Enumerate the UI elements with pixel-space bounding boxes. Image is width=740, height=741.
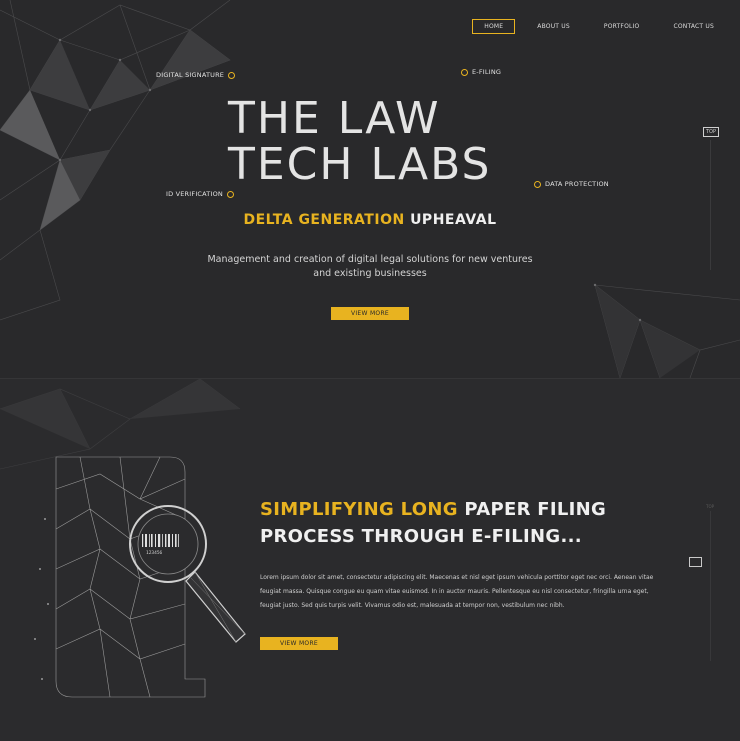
view-more-button[interactable]: VIEW MORE (331, 307, 409, 320)
title-line-2: TECH LABS (228, 139, 492, 190)
connector-dot-icon (226, 190, 234, 198)
hero-description: Management and creation of digital legal… (207, 254, 533, 279)
hero-subtitle: DELTA GENERATION UPHEAVAL (243, 212, 497, 228)
scroll-indicator[interactable] (689, 557, 702, 567)
scroll-track (710, 511, 711, 661)
hero-section: HOME ABOUT US PORTFOLIO CONTACT US DIGIT… (0, 0, 740, 378)
side-top-label: TOP (706, 504, 715, 509)
label-e-filing: E-FILING (461, 68, 501, 76)
section-heading: SIMPLIFYING LONG PAPER FILING PROCESS TH… (260, 499, 607, 547)
connector-dot-icon (534, 180, 541, 188)
label-data-protection: DATA PROTECTION (534, 180, 609, 188)
main-nav: HOME ABOUT US PORTFOLIO CONTACT US (462, 19, 740, 34)
connector-dot-icon (228, 71, 236, 79)
scroll-track (710, 140, 711, 270)
view-more-button[interactable]: VIEW MORE (260, 637, 338, 650)
label-digital-signature: DIGITAL SIGNATURE (156, 71, 236, 79)
logo-title: THE LAW TECH LABS (228, 96, 528, 188)
nav-home[interactable]: HOME (472, 19, 516, 34)
title-line-1: THE LAW (228, 93, 441, 144)
label-id-verification: ID VERIFICATION (166, 190, 234, 198)
connector-dot-icon (461, 68, 468, 76)
section-paragraph: Lorem ipsum dolor sit amet, consectetur … (260, 574, 654, 609)
nav-about-us[interactable]: ABOUT US (525, 20, 582, 33)
nav-contact-us[interactable]: CONTACT US (661, 20, 726, 33)
scroll-top-button[interactable]: TOP (703, 127, 720, 137)
barcode-number: 123456 (146, 550, 163, 556)
search-document-illustration: 123456 (34, 456, 246, 698)
nav-portfolio[interactable]: PORTFOLIO (592, 20, 652, 33)
efiling-section: 123456 SIMPLIFYING LONG PAPER FILING PRO… (0, 378, 740, 741)
